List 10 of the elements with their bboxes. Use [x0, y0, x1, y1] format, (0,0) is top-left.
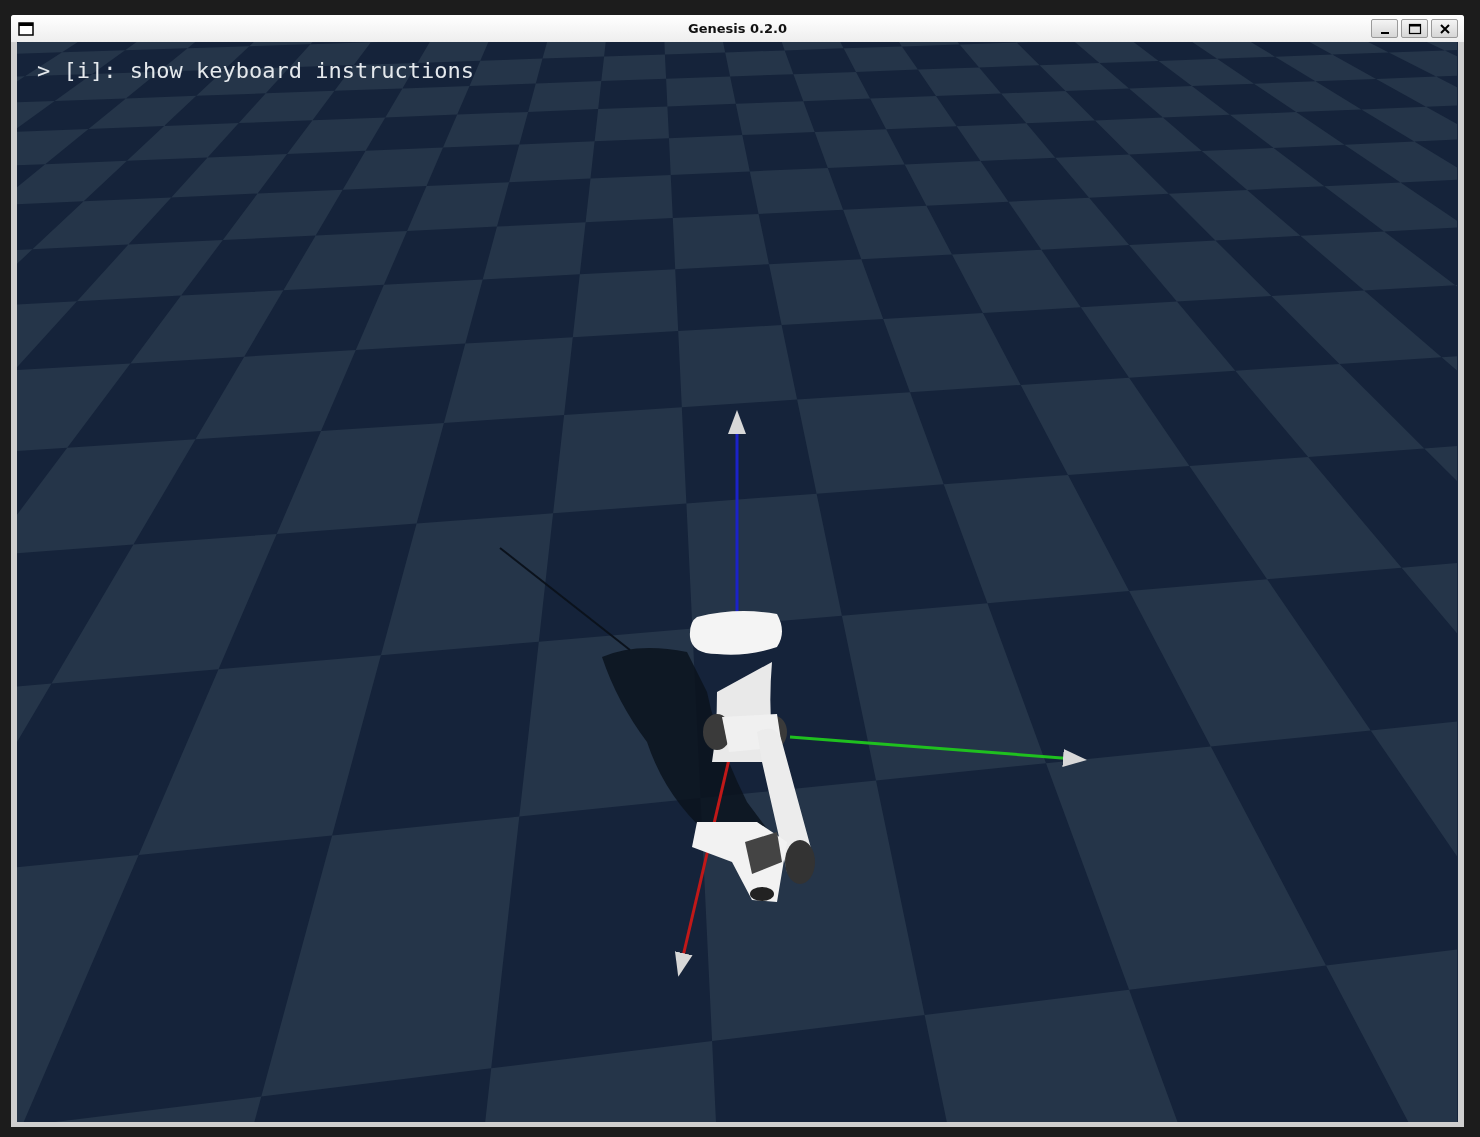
window-title: Genesis 0.2.0 — [688, 21, 787, 36]
3d-viewport[interactable]: > [i]: show keyboard instructions — [17, 42, 1458, 1122]
maximize-button[interactable] — [1401, 19, 1428, 38]
window-icon — [18, 21, 34, 36]
minimize-button[interactable] — [1371, 19, 1398, 38]
keyboard-hint-text: > [i]: show keyboard instructions — [37, 58, 475, 83]
close-button[interactable] — [1431, 19, 1458, 38]
maximize-icon — [1407, 22, 1422, 35]
close-icon — [1437, 22, 1452, 35]
minimize-icon — [1380, 31, 1389, 34]
